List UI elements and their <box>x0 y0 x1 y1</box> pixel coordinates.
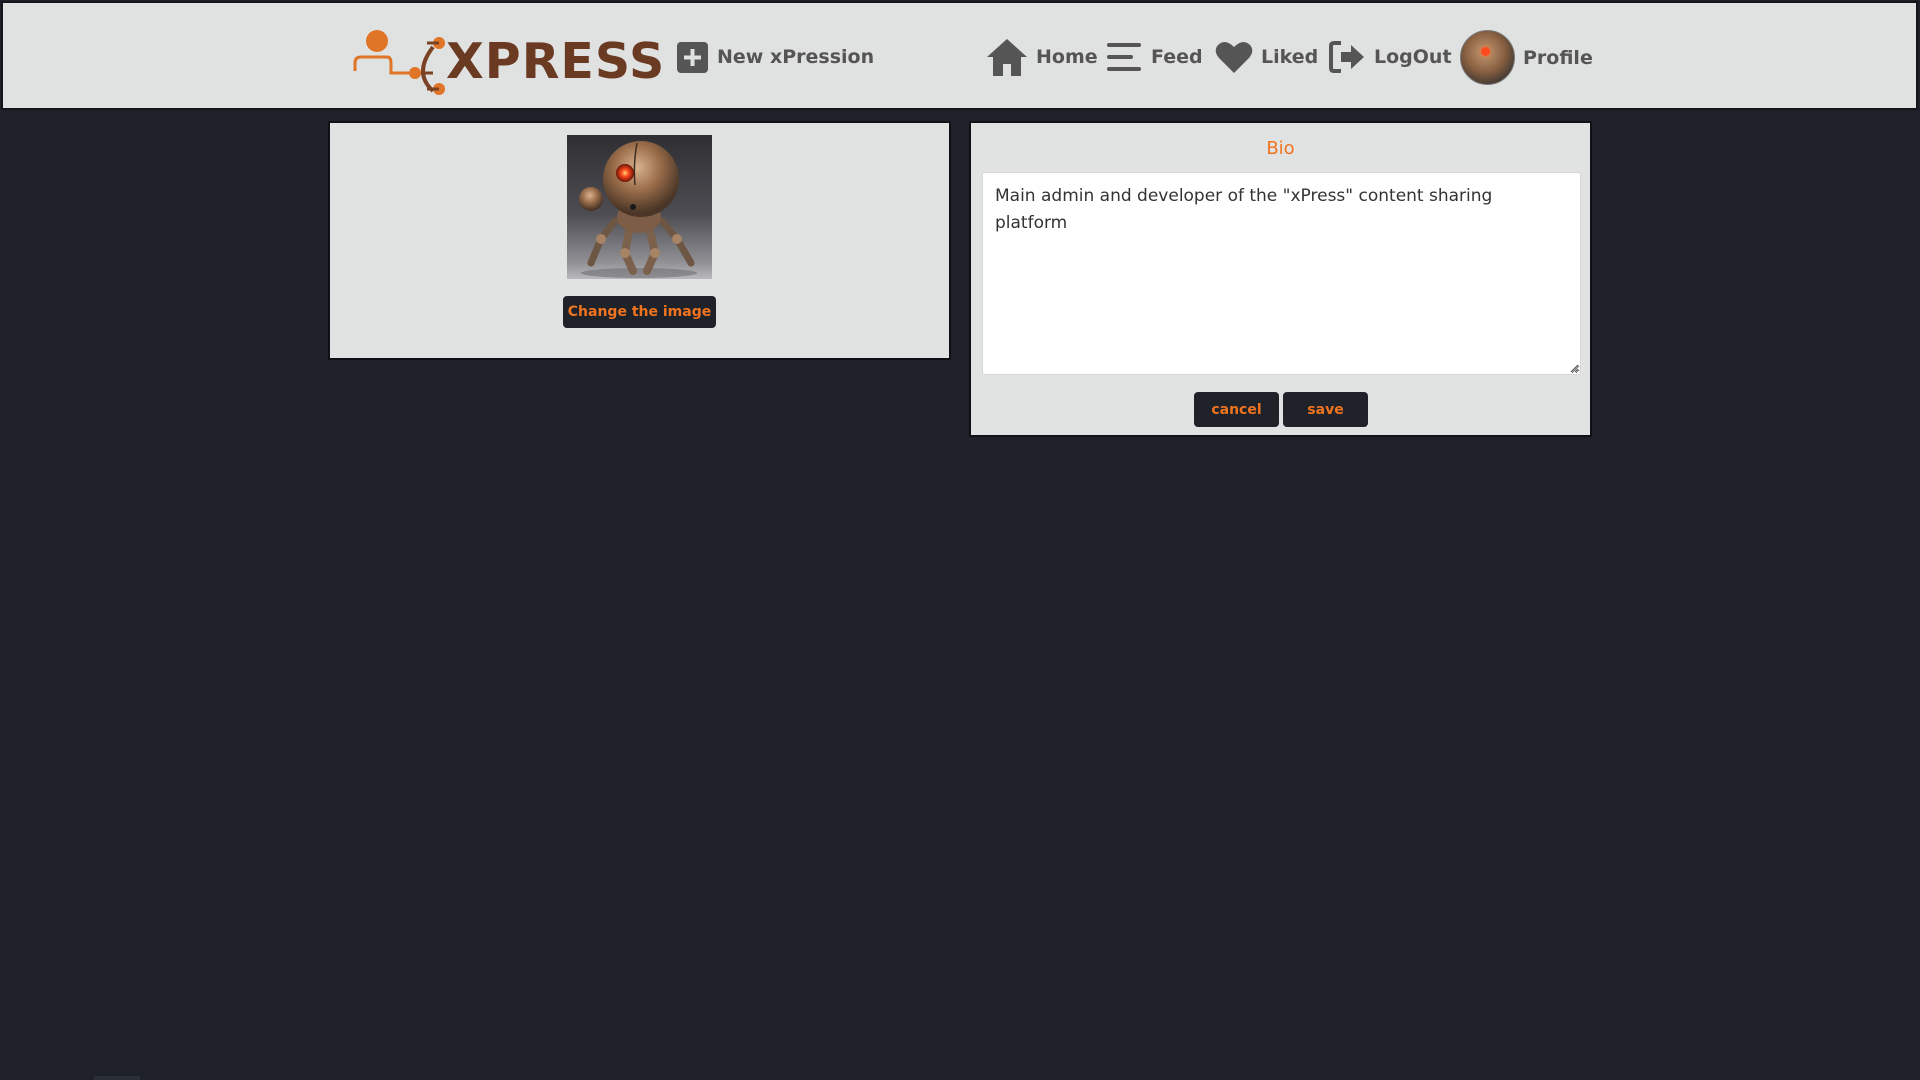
plus-square-icon <box>677 41 708 73</box>
nav-feed[interactable]: Feed <box>1107 33 1203 81</box>
robot-avatar-image <box>579 141 697 278</box>
logo-wordmark: XPRESS <box>446 33 666 90</box>
nav-profile-label: Profile <box>1523 46 1593 69</box>
nav-profile[interactable]: Profile <box>1460 30 1593 85</box>
top-nav-bar: XPRESS New xPression Home Feed Liked Log… <box>1 1 1918 110</box>
cancel-button[interactable]: cancel <box>1194 392 1279 427</box>
bio-panel: Bio cancel save <box>969 121 1592 437</box>
nav-feed-label: Feed <box>1151 46 1203 68</box>
bio-heading: Bio <box>1266 138 1295 159</box>
profile-image-panel: Change the image <box>328 121 951 360</box>
new-expression-label: New xPression <box>717 46 875 68</box>
profile-picture <box>567 135 712 279</box>
nav-home-label: Home <box>1036 46 1098 68</box>
nav-liked-label: Liked <box>1261 46 1319 68</box>
nav-liked[interactable]: Liked <box>1215 33 1318 81</box>
person-node-logo-icon <box>353 30 445 95</box>
nav-home[interactable]: Home <box>986 33 1098 81</box>
new-expression-button[interactable]: New xPression <box>676 33 874 81</box>
nav-logout[interactable]: LogOut <box>1328 33 1452 81</box>
heart-icon <box>1215 41 1253 73</box>
xpress-logo[interactable]: XPRESS <box>351 27 664 97</box>
change-image-button[interactable]: Change the image <box>563 296 716 328</box>
sign-out-icon <box>1329 41 1364 73</box>
avatar <box>1460 30 1515 85</box>
bottom-edge-tab <box>94 1076 140 1080</box>
resize-handle-icon[interactable] <box>1567 361 1579 373</box>
bars-icon <box>1107 43 1141 71</box>
bio-textarea[interactable] <box>982 172 1581 375</box>
home-icon <box>987 39 1027 76</box>
save-button[interactable]: save <box>1283 392 1368 427</box>
nav-logout-label: LogOut <box>1374 46 1452 68</box>
